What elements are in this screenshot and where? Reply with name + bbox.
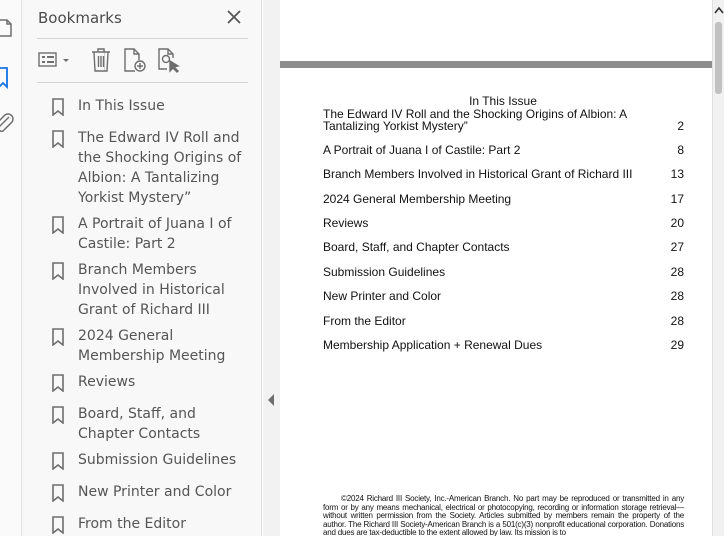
bookmark-label: Reviews [78,374,136,390]
navigation-tool-strip [0,0,22,536]
toc-page-number: 13 [670,167,684,181]
toc-page-number: 27 [670,240,684,254]
panel-divider [37,82,248,83]
toc-row[interactable]: Branch Members Involved in Historical Gr… [323,168,684,180]
bookmark-icon [52,516,64,534]
toc-row[interactable]: Membership Application + Renewal Dues 29 [323,339,684,351]
bookmark-icon [52,484,64,502]
attachments-icon[interactable] [0,110,16,136]
bookmark-item[interactable]: Reviews [48,372,261,394]
toc-row[interactable]: New Printer and Color 28 [323,290,684,302]
toc-row[interactable]: A Portrait of Juana I of Castile: Part 2… [323,144,684,156]
bookmark-label: In This Issue [78,98,165,114]
find-bookmark-icon [158,48,180,73]
toc-title: 2024 General Membership Meeting [323,192,512,206]
bookmark-item[interactable]: The Edward IV Roll and the Shocking Orig… [48,128,261,208]
bookmark-icon [52,130,64,148]
bookmark-icon [52,98,64,116]
bookmark-icon [52,374,64,392]
bookmark-label: Board, Staff, and Chapter Contacts [78,406,201,442]
toc-row[interactable]: The Edward IV Roll and the Shocking Orig… [323,108,684,132]
toc-title: A Portrait of Juana I of Castile: Part 2 [323,143,521,157]
new-bookmark-button[interactable] [123,47,147,73]
bookmark-icon [52,452,64,470]
bookmark-icon [52,328,64,346]
bookmark-label: Submission Guidelines [78,452,237,468]
toc-title: Submission Guidelines [323,265,446,279]
bookmark-label: Branch Members Involved in Historical Gr… [78,262,225,318]
toc-page-number: 20 [670,216,684,230]
bookmark-item[interactable]: From the Editor [48,514,261,536]
bookmark-item[interactable]: In This Issue [48,96,261,118]
toc-title: The Edward IV Roll and the Shocking Orig… [323,107,627,133]
bookmark-options-button[interactable] [37,47,73,73]
find-bookmark-button[interactable] [157,47,181,73]
previous-page-bottom [280,0,712,61]
toc-row[interactable]: 2024 General Membership Meeting 17 [323,193,684,205]
vertical-scrollbar[interactable] [712,0,724,536]
panel-divider [37,38,248,39]
toc-title: Board, Staff, and Chapter Contacts [323,240,510,254]
bookmark-icon [52,216,64,234]
page-separator [280,61,712,68]
toc-page-number: 2 [677,119,684,133]
pdf-viewer: Bookmarks In This Issue The Edward IV Ro… [0,0,724,536]
new-bookmark-icon [124,48,146,72]
document-view[interactable]: In This Issue The Edward IV Roll and the… [280,0,712,536]
toc-heading: In This Issue [469,94,537,108]
bookmark-item[interactable]: Board, Staff, and Chapter Contacts [48,404,261,444]
collapse-panel-icon[interactable] [267,393,275,407]
toc-title: Reviews [323,216,369,230]
bookmark-label: 2024 General Membership Meeting [78,328,226,364]
toc-page-number: 28 [670,265,684,279]
bookmark-item[interactable]: 2024 General Membership Meeting [48,326,261,366]
copyright-notice: ©2024 Richard III Society, Inc.-American… [323,494,684,536]
trash-icon [92,48,110,72]
bookmark-label: New Printer and Color [78,484,232,500]
bookmark-label: The Edward IV Roll and the Shocking Orig… [78,130,242,206]
panel-splitter[interactable] [263,0,280,536]
toc-title: From the Editor [323,314,406,328]
toc-page-number: 29 [670,338,684,352]
toc-row[interactable]: Reviews 20 [323,217,684,229]
pages-icon[interactable] [0,16,16,42]
toc-page-number: 17 [670,192,684,206]
scroll-thumb[interactable] [715,22,722,94]
bookmark-label: A Portrait of Juana I of Castile: Part 2 [78,216,232,252]
toc-title: Membership Application + Renewal Dues [323,338,543,352]
toc-page-number: 8 [677,143,684,157]
bookmark-icon [52,406,64,424]
bookmarks-panel: Bookmarks In This Issue The Edward IV Ro… [22,0,262,536]
toc-row[interactable]: Board, Staff, and Chapter Contacts 27 [323,241,684,253]
delete-bookmark-button[interactable] [90,47,112,73]
toc-title: Branch Members Involved in Historical Gr… [323,167,633,181]
bookmark-item[interactable]: Submission Guidelines [48,450,261,472]
bookmarks-icon[interactable] [0,65,16,91]
toc-row[interactable]: Submission Guidelines 28 [323,266,684,278]
bookmark-icon [52,262,64,280]
toc-page-number: 28 [670,289,684,303]
bookmark-item[interactable]: A Portrait of Juana I of Castile: Part 2 [48,214,261,254]
bookmark-item[interactable]: New Printer and Color [48,482,261,504]
close-icon[interactable] [224,7,244,27]
document-page: In This Issue The Edward IV Roll and the… [280,68,712,536]
bookmark-item[interactable]: Branch Members Involved in Historical Gr… [48,260,261,320]
scroll-up-icon[interactable] [714,4,724,18]
toc-row[interactable]: From the Editor 28 [323,315,684,327]
bookmark-options-icon [38,52,69,67]
bookmark-label: From the Editor [78,516,186,532]
toc-title: New Printer and Color [323,289,442,303]
toc-page-number: 28 [670,314,684,328]
panel-title: Bookmarks [38,9,122,27]
